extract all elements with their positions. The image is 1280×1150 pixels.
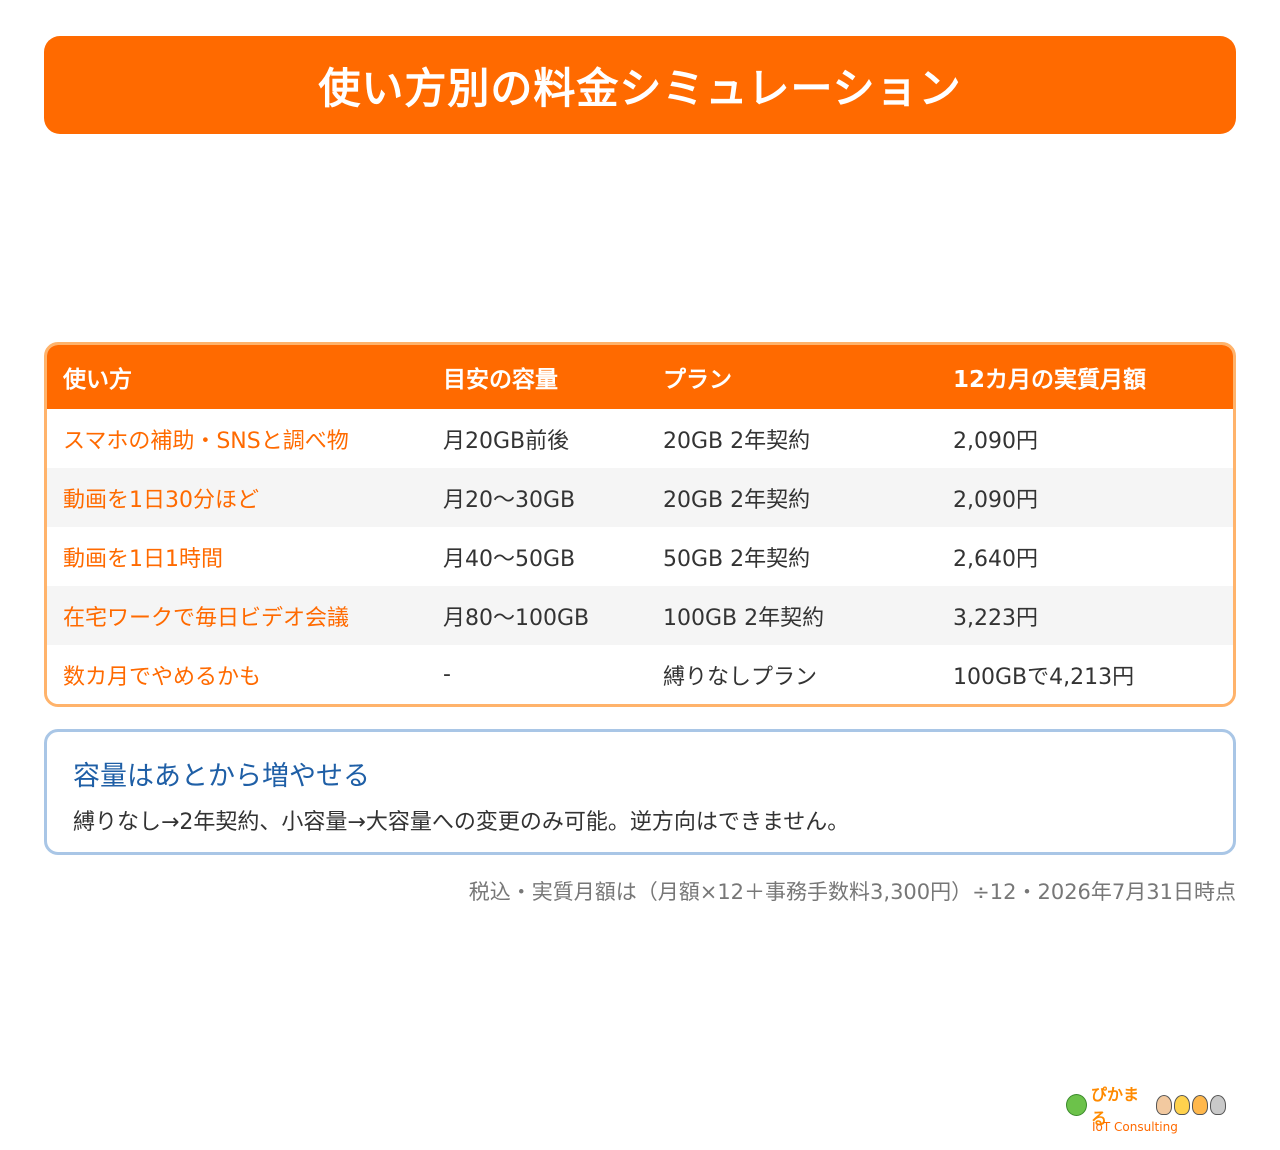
table-row: 動画を1日30分ほど 月20〜30GB 20GB 2年契約 2,090円: [47, 468, 1233, 527]
note-title: 容量はあとから増やせる: [73, 761, 370, 792]
logo-badge-icon: [1066, 1094, 1088, 1116]
logo-subtitle: IoT Consulting: [1092, 1120, 1178, 1134]
cell-capacity: 月40〜50GB: [443, 546, 576, 572]
cell-plan: 縛りなしプラン: [663, 664, 818, 690]
table-row: 在宅ワークで毎日ビデオ会議 月80〜100GB 100GB 2年契約 3,223…: [47, 586, 1233, 645]
cell-capacity: 月20GB前後: [443, 428, 570, 454]
footnote: 税込・実質月額は（月額×12＋事務手数料3,300円）÷12・2026年7月31…: [468, 880, 1236, 904]
title-banner: 使い方別の料金シミュレーション: [44, 36, 1236, 134]
cell-usage: 数カ月でやめるかも: [63, 664, 262, 690]
header-price: 12カ月の実質月額: [953, 367, 1147, 393]
info-note: 容量はあとから増やせる 縛りなし→2年契約、小容量→大容量への変更のみ可能。逆方…: [44, 729, 1236, 855]
header-usage: 使い方: [63, 367, 132, 393]
cell-usage: 動画を1日30分ほど: [63, 487, 259, 513]
cell-usage: 動画を1日1時間: [63, 546, 223, 572]
cell-capacity: 月80〜100GB: [443, 605, 590, 631]
plan-table: 使い方 目安の容量 プラン 12カ月の実質月額 スマホの補助・SNSと調べ物 月…: [44, 342, 1236, 707]
cell-capacity: 月20〜30GB: [443, 487, 576, 513]
cell-plan: 100GB 2年契約: [663, 605, 825, 631]
cell-capacity: -: [443, 662, 451, 687]
cell-price: 2,090円: [953, 428, 1038, 454]
table-header-row: 使い方 目安の容量 プラン 12カ月の実質月額: [47, 345, 1233, 409]
table-row: スマホの補助・SNSと調べ物 月20GB前後 20GB 2年契約 2,090円: [47, 409, 1233, 468]
cell-price: 2,640円: [953, 546, 1038, 572]
mascot-characters-icon: [1156, 1095, 1226, 1115]
cell-price: 100GBで4,213円: [953, 664, 1135, 690]
note-body: 縛りなし→2年契約、小容量→大容量への変更のみ可能。逆方向はできません。: [73, 810, 850, 835]
cell-plan: 20GB 2年契約: [663, 487, 811, 513]
table-row: 動画を1日1時間 月40〜50GB 50GB 2年契約 2,640円: [47, 527, 1233, 586]
simulation-table: 使い方 目安の容量 プラン 12カ月の実質月額 スマホの補助・SNSと調べ物 月…: [47, 345, 1233, 704]
cell-price: 3,223円: [953, 605, 1038, 631]
page-title: 使い方別の料金シミュレーション: [318, 63, 962, 113]
cell-plan: 20GB 2年契約: [663, 428, 811, 454]
header-plan: プラン: [663, 367, 732, 393]
cell-usage: 在宅ワークで毎日ビデオ会議: [63, 605, 350, 631]
cell-plan: 50GB 2年契約: [663, 546, 811, 572]
header-capacity: 目安の容量: [443, 367, 558, 393]
cell-usage: スマホの補助・SNSと調べ物: [63, 428, 349, 454]
brand-logo: ぴかまる IoT Consulting: [1066, 1085, 1226, 1140]
cell-price: 2,090円: [953, 487, 1038, 513]
table-row: 数カ月でやめるかも - 縛りなしプラン 100GBで4,213円: [47, 645, 1233, 704]
